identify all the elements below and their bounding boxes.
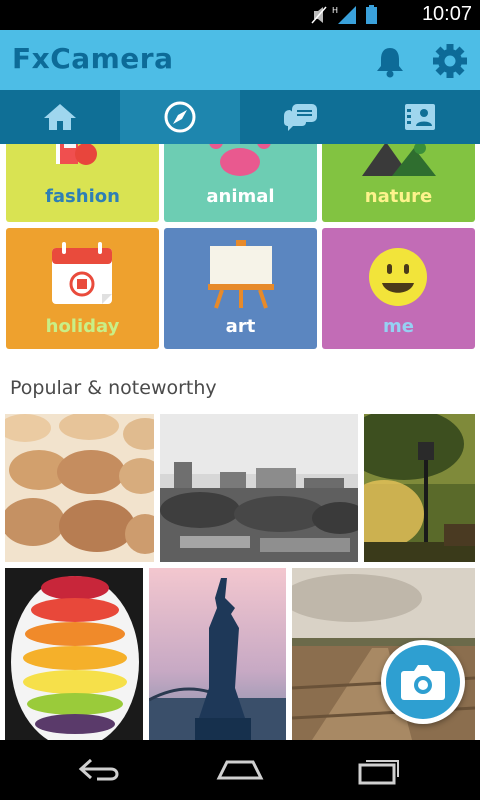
back-button[interactable]	[70, 752, 130, 788]
app-bar: FxCamera	[0, 30, 480, 90]
signal-battery-icon: H	[311, 5, 377, 24]
category-tile-art[interactable]: art	[164, 228, 317, 349]
photo-macarons[interactable]	[5, 414, 154, 562]
status-bar: H 10:07	[0, 0, 480, 30]
category-label: me	[383, 316, 414, 337]
status-icons: H	[308, 4, 398, 30]
category-tile-animal[interactable]: animal	[164, 144, 317, 222]
system-nav-bar	[0, 740, 480, 800]
macarons-image	[5, 414, 154, 562]
category-label: holiday	[45, 316, 120, 337]
category-label: nature	[364, 186, 433, 207]
category-tile-me[interactable]: me	[322, 228, 475, 349]
category-tile-holiday[interactable]: holiday	[6, 228, 159, 349]
tab-profile[interactable]	[360, 90, 480, 144]
category-label: art	[225, 316, 256, 337]
city-image	[160, 414, 358, 562]
camera-icon	[401, 665, 445, 700]
paw-icon	[209, 144, 271, 176]
svg-text:H: H	[332, 6, 338, 15]
recents-icon	[358, 760, 399, 785]
camera-fab-inner	[386, 645, 460, 719]
fashion-icon	[56, 144, 97, 165]
statue-image	[149, 568, 286, 740]
photo-fruit[interactable]	[5, 568, 143, 740]
chat-icon	[284, 104, 317, 131]
tab-messages[interactable]	[240, 90, 360, 144]
camera-fab[interactable]	[381, 640, 465, 724]
clock: 10:07	[421, 3, 472, 25]
photo-city[interactable]	[160, 414, 358, 562]
category-tile-fashion[interactable]: fashion	[6, 144, 159, 222]
compass-icon	[164, 101, 196, 133]
gear-icon[interactable]	[432, 43, 468, 79]
fruit-image	[5, 568, 143, 740]
contacts-icon	[405, 104, 435, 130]
bell-icon[interactable]	[373, 44, 407, 78]
lamp-image	[364, 414, 475, 562]
photo-statue[interactable]	[149, 568, 286, 740]
recents-button[interactable]	[350, 752, 410, 788]
category-tile-nature[interactable]: nature	[322, 144, 475, 222]
category-label: fashion	[45, 186, 120, 207]
section-title: Popular & noteworthy	[10, 377, 217, 399]
app-title: FxCamera	[12, 42, 174, 75]
mountain-icon	[362, 144, 436, 176]
tab-home[interactable]	[0, 90, 120, 144]
home-nav-icon	[216, 760, 264, 780]
home-button[interactable]	[210, 752, 270, 788]
home-icon	[44, 104, 76, 130]
tab-bar	[0, 90, 480, 144]
back-icon	[78, 758, 119, 781]
category-label: animal	[206, 186, 275, 207]
tab-explore[interactable]	[120, 90, 240, 144]
photo-lamp[interactable]	[364, 414, 475, 562]
